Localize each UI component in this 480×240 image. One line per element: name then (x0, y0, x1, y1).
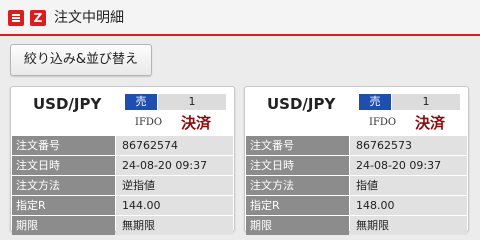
side-badge: 売 (125, 94, 157, 110)
order-detail-table: 注文番号 86762573 注文日時 24-08-20 09:37 注文方法 指… (246, 135, 467, 235)
app-header: Z 注文中明細 (0, 0, 480, 36)
order-card[interactable]: USD/JPY 売 1 IFDO 決済 注文番号 86762573 注文日時 2… (244, 86, 469, 235)
order-detail-table: 注文番号 86762574 注文日時 24-08-20 09:37 注文方法 逆… (12, 135, 233, 235)
currency-pair: USD/JPY (267, 95, 336, 113)
detail-row: 注文方法 逆指値 (12, 175, 233, 195)
detail-row: 注文日時 24-08-20 09:37 (12, 155, 233, 175)
order-card-summary: USD/JPY 売 1 IFDO 決済 (245, 87, 468, 135)
detail-value: 無期限 (116, 216, 233, 235)
detail-row: 注文番号 86762573 (246, 135, 467, 155)
order-card[interactable]: USD/JPY 売 1 IFDO 決済 注文番号 86762574 注文日時 2… (10, 86, 235, 235)
logo-icon[interactable]: Z (30, 10, 46, 26)
quantity: 1 (392, 94, 460, 110)
detail-value: 逆指値 (116, 176, 233, 195)
detail-label: 注文日時 (246, 156, 349, 175)
order-type: IFDO (135, 117, 163, 128)
detail-label: 注文番号 (12, 136, 115, 155)
detail-value: 144.00 (116, 196, 233, 215)
detail-label: 注文日時 (12, 156, 115, 175)
order-type: IFDO (369, 117, 397, 128)
detail-row: 注文日時 24-08-20 09:37 (246, 155, 467, 175)
menu-icon[interactable] (8, 10, 24, 26)
detail-value: 86762573 (350, 136, 467, 155)
detail-label: 注文方法 (246, 176, 349, 195)
detail-value: 86762574 (116, 136, 233, 155)
detail-label: 注文番号 (246, 136, 349, 155)
detail-value: 148.00 (350, 196, 467, 215)
detail-value: 無期限 (350, 216, 467, 235)
order-card-summary: USD/JPY 売 1 IFDO 決済 (11, 87, 234, 135)
settlement-label: 決済 (181, 114, 212, 132)
detail-row: 指定R 144.00 (12, 195, 233, 215)
filter-sort-button[interactable]: 絞り込み&並び替え (10, 44, 152, 76)
detail-label: 期限 (246, 216, 349, 235)
side-badge: 売 (359, 94, 391, 110)
detail-row: 期限 無期限 (246, 215, 467, 235)
detail-row: 注文方法 指値 (246, 175, 467, 195)
detail-row: 注文番号 86762574 (12, 135, 233, 155)
quantity: 1 (158, 94, 226, 110)
detail-value: 指値 (350, 176, 467, 195)
detail-label: 注文方法 (12, 176, 115, 195)
detail-value: 24-08-20 09:37 (116, 156, 233, 175)
detail-row: 指定R 148.00 (246, 195, 467, 215)
detail-label: 期限 (12, 216, 115, 235)
detail-label: 指定R (246, 196, 349, 215)
currency-pair: USD/JPY (33, 95, 102, 113)
settlement-label: 決済 (415, 114, 446, 132)
detail-value: 24-08-20 09:37 (350, 156, 467, 175)
page-title: 注文中明細 (54, 10, 124, 26)
detail-row: 期限 無期限 (12, 215, 233, 235)
detail-label: 指定R (12, 196, 115, 215)
